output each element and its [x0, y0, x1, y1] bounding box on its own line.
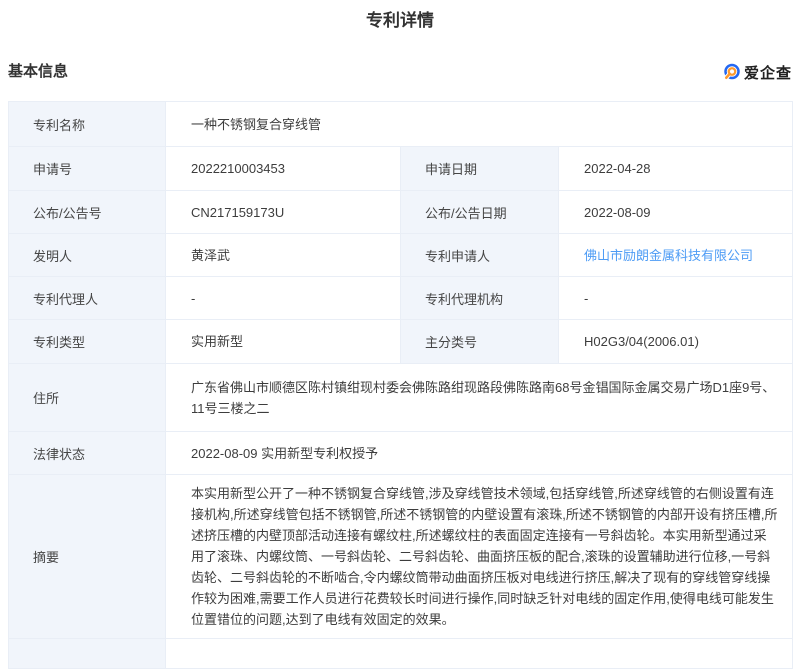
field-label: 专利代理机构 [401, 277, 559, 320]
section-title: 基本信息 [8, 60, 68, 84]
table-row-inventor: 发明人 黄泽武 专利申请人 佛山市励朗金属科技有限公司 [9, 234, 793, 277]
field-value: H02G3/04(2006.01) [559, 320, 793, 364]
patent-info-table: 专利名称 一种不锈钢复合穿线管 申请号 2022210003453 申请日期 2… [8, 101, 793, 669]
field-label: 公布/公告日期 [401, 191, 559, 234]
table-row-patent-name: 专利名称 一种不锈钢复合穿线管 [9, 102, 793, 147]
patent-detail-page: 专利详情 基本信息 爱企查 专利名称 一种不锈钢复合穿线管 [0, 10, 800, 669]
field-value [166, 639, 793, 669]
field-value: 2022-04-28 [559, 147, 793, 191]
table-row-publication: 公布/公告号 CN217159173U 公布/公告日期 2022-08-09 [9, 191, 793, 234]
field-value: CN217159173U [166, 191, 401, 234]
field-value: 本实用新型公开了一种不锈钢复合穿线管,涉及穿线管技术领域,包括穿线管,所述穿线管… [166, 475, 793, 639]
table-row-patent-type: 专利类型 实用新型 主分类号 H02G3/04(2006.01) [9, 320, 793, 364]
table-row-application: 申请号 2022210003453 申请日期 2022-04-28 [9, 147, 793, 191]
field-label: 公布/公告号 [9, 191, 166, 234]
field-value: 实用新型 [166, 320, 401, 364]
table-row-address: 住所 广东省佛山市顺德区陈村镇绀现村委会佛陈路绀现路段佛陈路南68号金锠国际金属… [9, 364, 793, 432]
field-label: 专利代理人 [9, 277, 166, 320]
field-value: 黄泽武 [166, 234, 401, 277]
field-label: 法律状态 [9, 432, 166, 475]
section-header: 基本信息 爱企查 [8, 60, 792, 84]
aiqicha-logo[interactable]: 爱企查 [723, 62, 792, 83]
page-title: 专利详情 [0, 10, 800, 32]
brand-name: 爱企查 [744, 62, 792, 83]
field-value: 2022-08-09 [559, 191, 793, 234]
magnifier-q-icon [723, 63, 741, 81]
field-value: - [166, 277, 401, 320]
field-label [9, 639, 166, 669]
field-label: 摘要 [9, 475, 166, 639]
field-value: 广东省佛山市顺德区陈村镇绀现村委会佛陈路绀现路段佛陈路南68号金锠国际金属交易广… [166, 364, 793, 432]
field-label: 专利申请人 [401, 234, 559, 277]
field-value: - [559, 277, 793, 320]
table-row-abstract: 摘要 本实用新型公开了一种不锈钢复合穿线管,涉及穿线管技术领域,包括穿线管,所述… [9, 475, 793, 639]
field-label: 申请号 [9, 147, 166, 191]
table-row-legal-status: 法律状态 2022-08-09 实用新型专利权授予 [9, 432, 793, 475]
field-label: 住所 [9, 364, 166, 432]
applicant-link[interactable]: 佛山市励朗金属科技有限公司 [584, 248, 753, 263]
field-value: 2022-08-09 实用新型专利权授予 [166, 432, 793, 475]
table-row-agent: 专利代理人 - 专利代理机构 - [9, 277, 793, 320]
field-value: 一种不锈钢复合穿线管 [166, 102, 793, 147]
field-label: 专利名称 [9, 102, 166, 147]
field-value: 佛山市励朗金属科技有限公司 [559, 234, 793, 277]
field-label: 申请日期 [401, 147, 559, 191]
table-row-clipped [9, 639, 793, 669]
field-value: 2022210003453 [166, 147, 401, 191]
field-label: 主分类号 [401, 320, 559, 364]
field-label: 发明人 [9, 234, 166, 277]
field-label: 专利类型 [9, 320, 166, 364]
